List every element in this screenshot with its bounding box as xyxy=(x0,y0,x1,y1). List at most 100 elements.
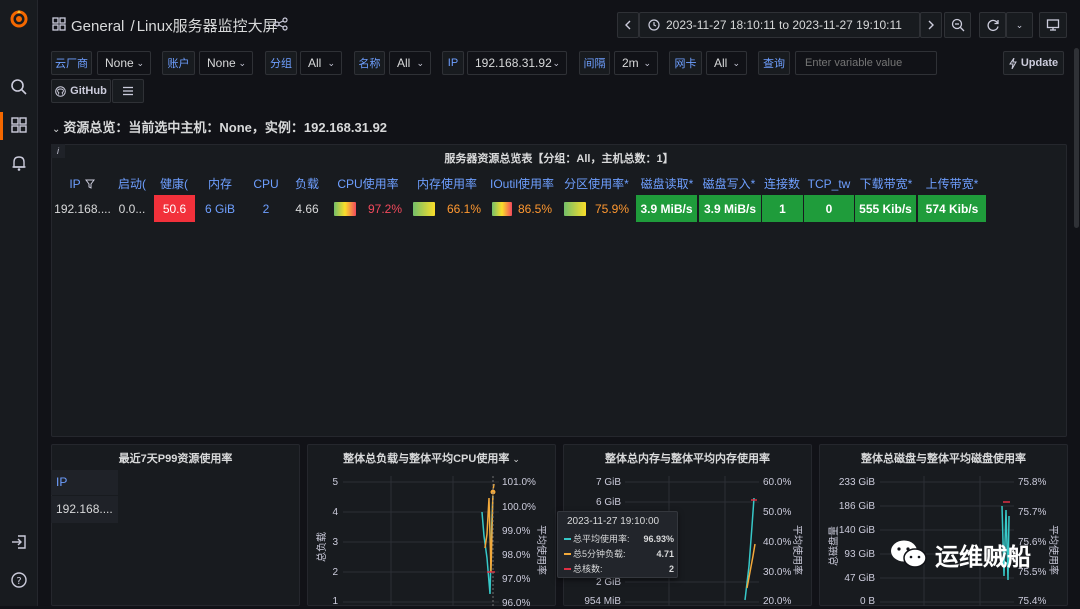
y-tick-right: 20.0% xyxy=(763,596,792,607)
variable-query-input[interactable] xyxy=(795,51,937,75)
github-icon xyxy=(55,85,66,97)
col-header-label: IP xyxy=(69,176,81,191)
cell-cpu: 2 xyxy=(262,201,270,216)
cell-load: 4.66 xyxy=(295,201,319,216)
legend-swatch xyxy=(564,537,571,540)
cell-uptime: 0.0... xyxy=(118,201,146,216)
p99-panel-title: 最近7天P99资源使用率 xyxy=(118,453,233,465)
gauge-bar xyxy=(492,201,512,216)
y-tick: 5 xyxy=(332,477,338,488)
links-menu-button[interactable] xyxy=(112,79,144,103)
col-header-cpu[interactable]: CPU xyxy=(246,173,286,194)
disk-chart-title[interactable]: 整体总磁盘与整体平均磁盘使用率 xyxy=(819,450,1068,466)
y-tick-right: 60.0% xyxy=(763,477,792,488)
col-header-mem-usage[interactable]: 内存使用率 xyxy=(409,173,485,194)
col-header-upload[interactable]: 上传带宽* xyxy=(919,173,985,194)
col-header-download[interactable]: 下载带宽* xyxy=(856,173,916,194)
chart1-plot[interactable] xyxy=(343,476,499,606)
cell-connections: 1 xyxy=(762,195,803,222)
col-header-partition[interactable]: 分区使用率* xyxy=(560,173,633,194)
chart-title-text: 整体总负载与整体平均CPU使用率 xyxy=(343,453,510,465)
github-link-button[interactable]: GitHub xyxy=(51,79,111,103)
page-scrollbar[interactable] xyxy=(1074,48,1079,228)
filter-icon[interactable] xyxy=(84,179,95,189)
sidebar-active-indicator xyxy=(0,112,3,140)
p99-header-label: IP xyxy=(56,475,68,489)
total-memory-line xyxy=(744,497,755,601)
col-header-memory[interactable]: 内存 xyxy=(197,173,243,194)
y-tick: 7 GiB xyxy=(595,477,621,488)
time-range-text: 2023-11-27 18:10:11 to 2023-11-27 19:10:… xyxy=(666,18,902,32)
col-header-uptime[interactable]: 启动( xyxy=(113,173,151,194)
cell-memory: 6 GiB xyxy=(204,201,235,216)
dashboards-icon[interactable] xyxy=(9,116,29,136)
col-header-cpu-usage[interactable]: CPU使用率 xyxy=(330,173,406,194)
time-back-button[interactable] xyxy=(617,12,639,38)
gauge-bar xyxy=(334,201,356,216)
cell-ioutil: 86.5% xyxy=(488,195,556,222)
variable-select-ip[interactable]: 192.168.31.92 ⌄ xyxy=(467,51,567,75)
load-cpu-chart-title[interactable]: 整体总负载与整体平均CPU使用率 ⌄ xyxy=(307,450,556,466)
y-tick: 4 xyxy=(332,507,338,518)
tooltip-value: 2 xyxy=(668,563,674,574)
variable-label-name: 名称 xyxy=(354,51,385,75)
gauge-bar xyxy=(564,201,586,216)
col-header-connections[interactable]: 连接数 xyxy=(763,173,801,194)
cell-disk-read: 3.9 MiB/s xyxy=(636,195,697,222)
variable-label-group: 分组 xyxy=(265,51,297,75)
sign-in-icon[interactable] xyxy=(9,533,29,553)
time-forward-button[interactable] xyxy=(920,12,942,38)
variable-select-group[interactable]: All ⌄ xyxy=(300,51,342,75)
variable-value: All xyxy=(308,56,322,70)
variable-select-interval[interactable]: 2m ⌄ xyxy=(614,51,658,75)
share-icon[interactable] xyxy=(274,17,288,34)
chevron-down-icon: ⌄ xyxy=(416,57,424,68)
row-collapse-toggle[interactable]: ⌄ 资源总览：当前选中主机：None，实例：192.168.31.92 xyxy=(52,117,387,136)
col-header-ioutil[interactable]: IOutil使用率 xyxy=(488,173,556,194)
variable-select-nic[interactable]: All ⌄ xyxy=(706,51,747,75)
memory-chart-title[interactable]: 整体总内存与整体平均内存使用率 xyxy=(563,450,812,466)
col-header-ip[interactable]: IP xyxy=(56,173,108,194)
cell-upload: 574 Kib/s xyxy=(918,195,986,222)
search-icon[interactable] xyxy=(9,78,29,98)
refresh-button[interactable] xyxy=(979,12,1006,38)
tv-mode-button[interactable] xyxy=(1039,12,1067,38)
zoom-out-button[interactable] xyxy=(944,12,971,38)
chart3-right-axis-label: 平均使用率 xyxy=(1047,525,1058,575)
y-tick: 954 MiB xyxy=(584,596,621,607)
p99-row-cell[interactable]: 192.168.... xyxy=(51,496,118,523)
cell-cpu-usage: 97.2% xyxy=(330,195,406,222)
col-header-disk-write[interactable]: 磁盘写入* xyxy=(699,173,759,194)
y-tick-right: 40.0% xyxy=(763,537,792,548)
y-tick: 0 B xyxy=(859,596,875,607)
breadcrumb-root[interactable]: General xyxy=(71,18,124,35)
chevron-down-icon: ⌄ xyxy=(1015,19,1024,30)
y-tick: 2 GiB xyxy=(595,577,621,588)
svg-text:?: ? xyxy=(16,576,21,587)
update-button[interactable]: Update xyxy=(1003,51,1064,75)
col-header-load[interactable]: 负载 xyxy=(288,173,326,194)
col-header-disk-read[interactable]: 磁盘读取* xyxy=(637,173,697,194)
variable-select-cloud[interactable]: None ⌄ xyxy=(97,51,151,75)
y-tick-right: 97.0% xyxy=(502,574,531,585)
variable-label-ip: IP xyxy=(442,51,464,75)
variable-select-account[interactable]: None ⌄ xyxy=(199,51,253,75)
page-title[interactable]: Linux服务器监控大屏 xyxy=(137,18,278,35)
y-tick: 47 GiB xyxy=(844,573,875,584)
col-header-tcp-tw[interactable]: TCP_tw xyxy=(805,173,853,194)
cell-value: 66.1% xyxy=(446,201,481,216)
variable-select-name[interactable]: All ⌄ xyxy=(389,51,431,75)
hamburger-menu-icon xyxy=(122,86,134,96)
refresh-interval-dropdown[interactable]: ⌄ xyxy=(1006,12,1033,38)
grafana-logo-icon[interactable] xyxy=(9,9,29,29)
chevron-down-icon: ⌄ xyxy=(327,57,335,68)
col-header-health[interactable]: 健康( xyxy=(155,173,193,194)
y-tick-right: 98.0% xyxy=(502,550,531,561)
cell-ip[interactable]: 192.168.... xyxy=(53,195,112,222)
dashboards-grid-icon xyxy=(52,17,66,34)
alerting-bell-icon[interactable] xyxy=(9,154,29,174)
help-icon[interactable]: ? xyxy=(9,571,29,591)
watermark-text: 运维贼船 xyxy=(935,544,1031,571)
time-range-picker[interactable]: 2023-11-27 18:10:11 to 2023-11-27 19:10:… xyxy=(639,12,920,38)
variable-value: All xyxy=(397,56,411,70)
